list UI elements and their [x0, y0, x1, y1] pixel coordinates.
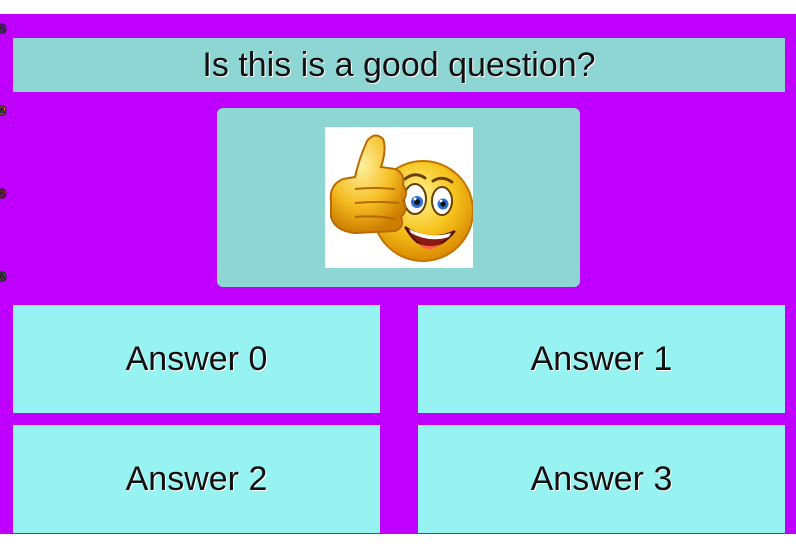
answer-label-0: Answer 0 [125, 339, 268, 378]
question-image [325, 127, 474, 268]
question-text: Is this is a good question? [202, 45, 596, 84]
answer-label-3: Answer 3 [530, 459, 673, 498]
answer-button-3[interactable]: Answer 3 [418, 425, 785, 533]
answer-button-0[interactable]: Answer 0 [13, 305, 380, 413]
answer-button-1[interactable]: Answer 1 [418, 305, 785, 413]
side-marker-1: e [0, 18, 7, 37]
side-marker-4: e [0, 266, 7, 285]
answer-label-1: Answer 1 [530, 339, 673, 378]
side-marker-3: e [0, 183, 7, 202]
question-banner: Is this is a good question? [13, 38, 785, 92]
side-marker-2: e [0, 100, 7, 119]
answer-button-2[interactable]: Answer 2 [13, 425, 380, 533]
answer-label-2: Answer 2 [125, 459, 268, 498]
thumbs-up-smiley-icon [329, 134, 474, 262]
